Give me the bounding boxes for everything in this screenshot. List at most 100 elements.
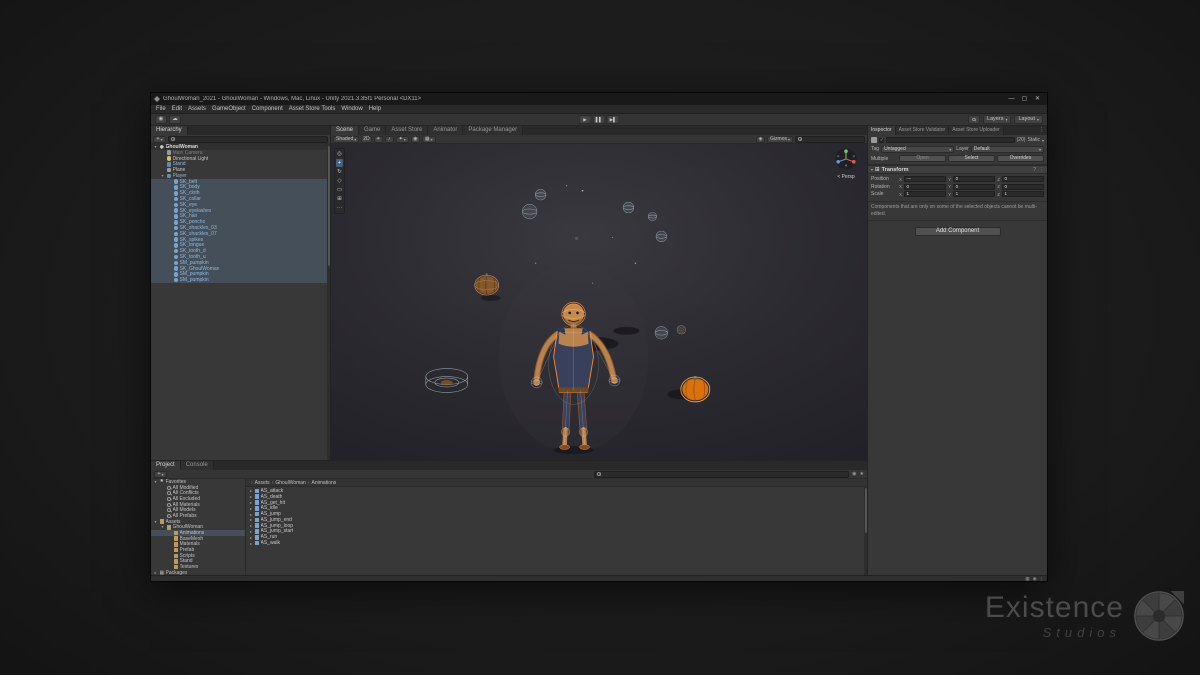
- menu-item[interactable]: Asset Store Tools: [286, 105, 339, 114]
- play-button[interactable]: ▶: [579, 115, 592, 124]
- audio-toggle-icon[interactable]: ♪: [385, 136, 394, 143]
- layer-dropdown[interactable]: Default▾: [971, 146, 1044, 153]
- kebab-menu-icon[interactable]: ⋮: [1036, 126, 1047, 135]
- y-value-field[interactable]: 0: [953, 176, 995, 182]
- scene-tab[interactable]: Package Manager: [463, 126, 523, 135]
- scene-tab[interactable]: Scene: [331, 126, 359, 135]
- breadcrumb-item[interactable]: Animations: [306, 480, 336, 486]
- y-value-field[interactable]: 1: [953, 191, 995, 197]
- lighting-toggle-icon[interactable]: ☀: [374, 136, 383, 143]
- transform-component-header[interactable]: ▾ ⊞ Transform ? ⋮: [868, 165, 1047, 174]
- project-tab[interactable]: Console: [181, 461, 214, 470]
- add-component-button[interactable]: Add Component: [915, 227, 1001, 236]
- kebab-menu-icon[interactable]: ⋮: [1039, 167, 1044, 173]
- breadcrumb-item[interactable]: GhoulWoman: [270, 480, 306, 486]
- status-icon[interactable]: ▦: [1025, 576, 1029, 582]
- menu-item[interactable]: Edit: [169, 105, 185, 114]
- transform-tool[interactable]: ⊞: [336, 195, 343, 203]
- inspector-tab[interactable]: Asset Store Validator: [896, 126, 950, 135]
- hidden-objects-toggle-icon[interactable]: ◉: [411, 136, 420, 143]
- expand-arrow-icon[interactable]: ▸: [249, 500, 253, 505]
- asset-row[interactable]: ▸ AS_walk: [246, 540, 867, 546]
- tab-hierarchy[interactable]: Hierarchy: [151, 126, 188, 135]
- layout-dropdown[interactable]: Layout▾: [1014, 115, 1043, 124]
- expand-arrow-icon[interactable]: ▸: [249, 529, 253, 534]
- project-tab[interactable]: Project: [151, 461, 181, 470]
- scene-viewport[interactable]: ◎+↻◇▭⊞⋯: [331, 144, 867, 460]
- create-asset-button[interactable]: +▾: [154, 471, 167, 478]
- custom-tool[interactable]: ⋯: [336, 204, 343, 212]
- x-value-field[interactable]: 0: [904, 184, 946, 190]
- menu-item[interactable]: Window: [338, 105, 365, 114]
- 2d-toggle[interactable]: 2D: [361, 136, 371, 143]
- static-dropdown-icon[interactable]: ▾: [1042, 138, 1044, 143]
- expand-arrow-icon[interactable]: ▸: [249, 541, 253, 546]
- global-search-button[interactable]: [968, 115, 980, 124]
- menu-item[interactable]: Component: [249, 105, 286, 114]
- hierarchy-row[interactable]: SM_pumpkin: [151, 277, 330, 283]
- inspector-tab[interactable]: Asset Store Uploader: [949, 126, 1004, 135]
- expand-arrow-icon[interactable]: ▾: [153, 479, 158, 485]
- breadcrumb-item[interactable]: Assets: [249, 480, 270, 486]
- project-search-input[interactable]: [594, 471, 849, 478]
- expand-arrow-icon[interactable]: ▸: [249, 535, 253, 540]
- active-checkbox[interactable]: [879, 138, 884, 143]
- scale-tool[interactable]: ◇: [336, 177, 343, 185]
- pause-button[interactable]: ▌▌: [593, 115, 606, 124]
- prefab-button[interactable]: Overrides: [997, 155, 1044, 162]
- scene-tab[interactable]: Game: [359, 126, 386, 135]
- menu-item[interactable]: Help: [366, 105, 384, 114]
- grid-dropdown[interactable]: ▦▾: [422, 136, 436, 143]
- maximize-button[interactable]: ▢: [1018, 93, 1031, 105]
- expand-arrow-icon[interactable]: ▾: [160, 524, 165, 530]
- tag-dropdown[interactable]: Untagged▾: [881, 146, 954, 153]
- scene-orientation-gizmo[interactable]: < Persp: [831, 148, 861, 180]
- gizmos-dropdown[interactable]: Gizmos▾: [767, 136, 793, 143]
- move-tool[interactable]: +: [336, 159, 343, 167]
- foldout-icon[interactable]: ▾: [871, 167, 873, 172]
- hierarchy-scrollbar[interactable]: [327, 144, 330, 460]
- z-value-field[interactable]: 1: [1002, 191, 1044, 197]
- menu-item[interactable]: GameObject: [209, 105, 249, 114]
- search-by-type-icon[interactable]: ◉: [852, 471, 856, 477]
- expand-arrow-icon[interactable]: ▸: [249, 494, 253, 499]
- account-icon[interactable]: ◉: [155, 115, 167, 124]
- view-tool[interactable]: ◎: [336, 150, 343, 158]
- rotate-tool[interactable]: ↻: [336, 168, 343, 176]
- y-value-field[interactable]: 0: [953, 184, 995, 190]
- z-value-field[interactable]: 0: [1002, 176, 1044, 182]
- perspective-label[interactable]: < Persp: [831, 174, 861, 180]
- minimize-button[interactable]: —: [1005, 93, 1018, 105]
- effects-dropdown[interactable]: ✦▾: [396, 136, 409, 143]
- expand-arrow-icon[interactable]: ▸: [249, 506, 253, 511]
- expand-arrow-icon[interactable]: ▸: [249, 517, 253, 522]
- rect-tool[interactable]: ▭: [336, 186, 343, 194]
- status-icon[interactable]: ⋮: [1040, 576, 1045, 582]
- expand-arrow-icon[interactable]: ▾: [160, 173, 165, 179]
- prefab-button[interactable]: Select: [948, 155, 995, 162]
- expand-arrow-icon[interactable]: ▾: [153, 144, 158, 150]
- status-icon[interactable]: ◉: [1033, 576, 1037, 582]
- create-object-button[interactable]: +▾: [153, 136, 166, 143]
- draw-mode-dropdown[interactable]: Shaded▾: [333, 136, 359, 143]
- scene-search-input[interactable]: [795, 136, 865, 143]
- saved-search-icon[interactable]: ★: [860, 471, 864, 477]
- expand-arrow-icon[interactable]: ▸: [249, 512, 253, 517]
- cloud-icon[interactable]: ☁: [169, 115, 181, 124]
- step-button[interactable]: ▶▌: [607, 115, 620, 124]
- gameobject-name-field[interactable]: [886, 137, 1015, 143]
- close-button[interactable]: ✕: [1031, 93, 1044, 105]
- expand-arrow-icon[interactable]: ▸: [249, 523, 253, 528]
- expand-arrow-icon[interactable]: ▸: [249, 488, 253, 493]
- z-value-field[interactable]: 0: [1002, 184, 1044, 190]
- layers-dropdown[interactable]: Layers▾: [983, 115, 1012, 124]
- help-icon[interactable]: ?: [1033, 167, 1036, 173]
- scene-tab[interactable]: Animator: [428, 126, 463, 135]
- prefab-button[interactable]: Open: [899, 155, 946, 162]
- files-scrollbar[interactable]: [864, 487, 867, 575]
- x-value-field[interactable]: 1: [904, 191, 946, 197]
- x-value-field[interactable]: —: [904, 176, 946, 182]
- menu-item[interactable]: Assets: [185, 105, 209, 114]
- menu-item[interactable]: File: [153, 105, 169, 114]
- expand-arrow-icon[interactable]: ▾: [153, 519, 158, 525]
